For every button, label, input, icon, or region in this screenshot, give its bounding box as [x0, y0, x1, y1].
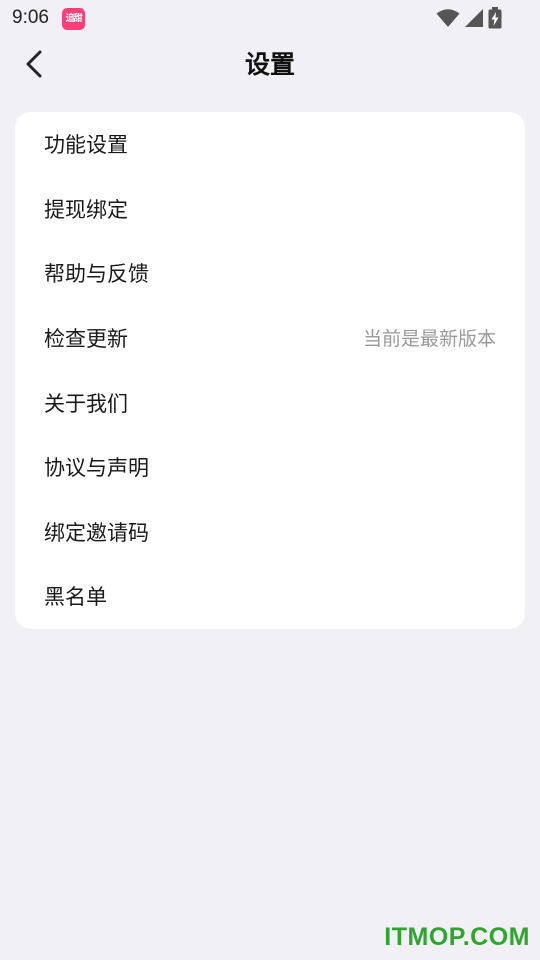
- header: 设置: [0, 36, 540, 96]
- cell-signal-icon: [465, 9, 483, 27]
- settings-item-label: 黑名单: [44, 585, 107, 610]
- status-icons: [436, 7, 502, 29]
- settings-item-label: 绑定邀请码: [44, 520, 149, 545]
- settings-item-label: 帮助与反馈: [44, 262, 149, 287]
- settings-item-about-us[interactable]: 关于我们: [15, 371, 525, 436]
- settings-item-label: 提现绑定: [44, 197, 128, 222]
- settings-item-label: 协议与声明: [44, 456, 149, 481]
- settings-item-withdrawal-binding[interactable]: 提现绑定: [15, 178, 525, 243]
- page-title: 设置: [244, 50, 295, 79]
- battery-charging-icon: [488, 7, 502, 29]
- status-time: 9:06: [12, 7, 49, 28]
- settings-item-label: 检查更新: [44, 327, 128, 352]
- watermark: ITMOP.COM: [384, 923, 530, 951]
- version-status-text: 当前是最新版本: [362, 328, 496, 351]
- settings-item-label: 关于我们: [44, 391, 128, 416]
- wifi-icon: [436, 9, 460, 27]
- app-notification-icon: 追甜: [62, 8, 85, 30]
- settings-item-check-update[interactable]: 检查更新 当前是最新版本: [15, 307, 525, 372]
- settings-item-label: 功能设置: [44, 133, 128, 158]
- settings-item-blacklist[interactable]: 黑名单: [15, 565, 525, 630]
- settings-list: 功能设置 提现绑定 帮助与反馈 检查更新 当前是最新版本 关于我们 协议与声明 …: [15, 112, 525, 629]
- settings-item-agreements[interactable]: 协议与声明: [15, 436, 525, 501]
- settings-item-help-feedback[interactable]: 帮助与反馈: [15, 242, 525, 307]
- settings-item-function-settings[interactable]: 功能设置: [15, 113, 525, 178]
- status-bar: 9:06 追甜: [0, 0, 540, 36]
- settings-item-invite-code[interactable]: 绑定邀请码: [15, 501, 525, 566]
